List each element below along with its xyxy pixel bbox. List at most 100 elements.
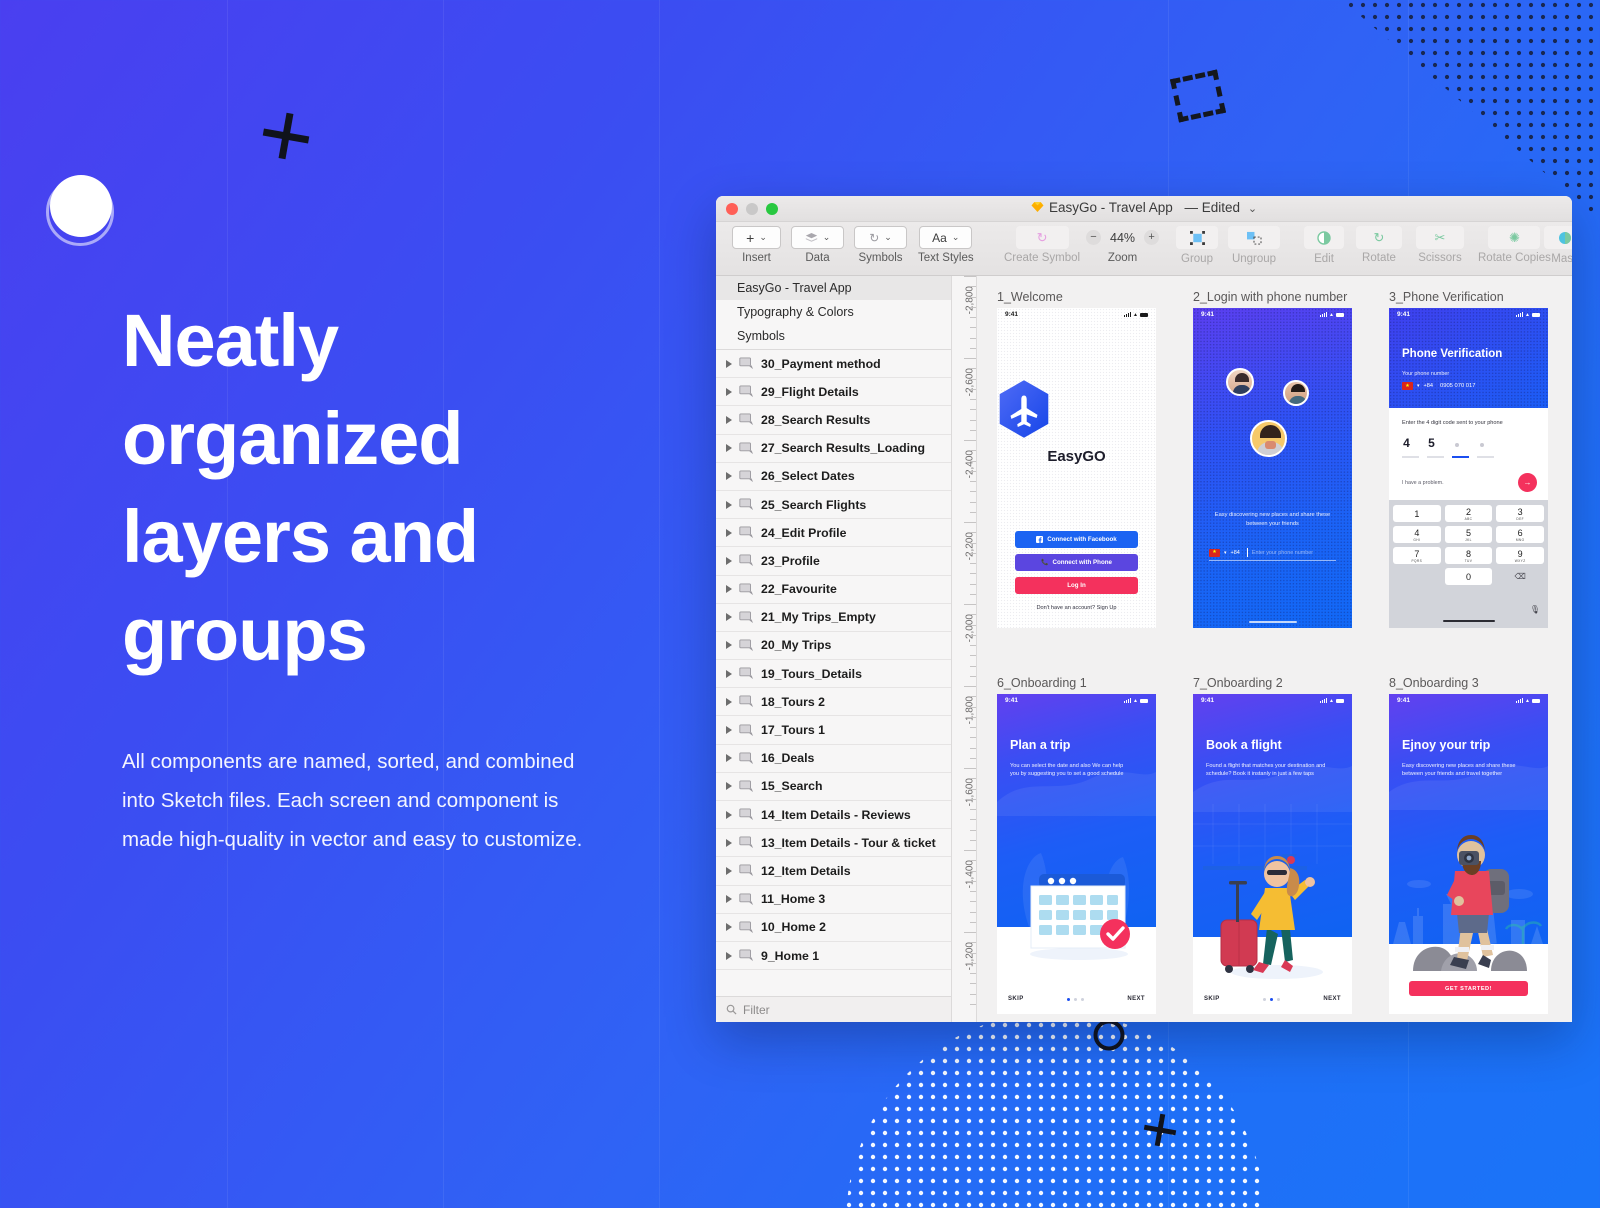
- disclosure-triangle-icon[interactable]: [726, 556, 732, 565]
- page-item-easygo[interactable]: EasyGo - Travel App: [716, 276, 951, 300]
- disclosure-triangle-icon[interactable]: [726, 585, 732, 594]
- zoom-in-button[interactable]: +: [1144, 230, 1160, 245]
- artboard-login[interactable]: 2_Login with phone number 9:41 ▲ Easy di…: [1193, 290, 1352, 628]
- code-digit-1[interactable]: 4: [1402, 436, 1411, 450]
- layers-list[interactable]: 30_Payment method 29_Flight Details 28_Sea…: [716, 349, 951, 996]
- disclosure-triangle-icon[interactable]: [726, 472, 732, 481]
- disclosure-triangle-icon[interactable]: [726, 613, 732, 622]
- disclosure-triangle-icon[interactable]: [726, 444, 732, 453]
- edit-button[interactable]: [1304, 226, 1344, 249]
- keypad-key[interactable]: 9 WXYZ: [1496, 547, 1544, 564]
- layer-filter-bar[interactable]: Filter: [716, 996, 951, 1022]
- next-button[interactable]: NEXT: [1127, 996, 1145, 1002]
- country-flag-icon[interactable]: ★: [1209, 548, 1220, 557]
- layer-row[interactable]: 21_My Trips_Empty: [716, 604, 951, 632]
- layer-row[interactable]: 10_Home 2: [716, 914, 951, 942]
- disclosure-triangle-icon[interactable]: [726, 669, 732, 678]
- backspace-icon[interactable]: ⌫: [1496, 568, 1544, 585]
- rotate-button[interactable]: ↻: [1356, 226, 1402, 249]
- artboard-name-verification[interactable]: 3_Phone Verification: [1389, 290, 1548, 304]
- disclosure-triangle-icon[interactable]: [726, 754, 732, 763]
- get-started-button[interactable]: GET STARTED!: [1409, 981, 1528, 996]
- layer-row[interactable]: 23_Profile: [716, 547, 951, 576]
- code-digit-3[interactable]: [1452, 434, 1461, 452]
- layer-row[interactable]: 14_Item Details - Reviews: [716, 801, 951, 830]
- artboard-name-welcome[interactable]: 1_Welcome: [997, 290, 1156, 304]
- rotate-copies-button[interactable]: ✺: [1488, 226, 1541, 249]
- connect-phone-button[interactable]: 📞 Connect with Phone: [1015, 554, 1138, 571]
- layer-row[interactable]: 16_Deals: [716, 745, 951, 773]
- artboard-name-onboarding-2[interactable]: 7_Onboarding 2: [1193, 676, 1352, 690]
- layer-row[interactable]: 18_Tours 2: [716, 688, 951, 717]
- ungroup-button[interactable]: [1228, 226, 1280, 249]
- artboard-name-login[interactable]: 2_Login with phone number: [1193, 290, 1352, 304]
- layer-row[interactable]: 13_Item Details - Tour & ticket: [716, 829, 951, 858]
- chevron-down-icon[interactable]: ▾: [1417, 383, 1420, 389]
- layer-row[interactable]: 15_Search: [716, 773, 951, 801]
- layer-row[interactable]: 25_Search Flights: [716, 491, 951, 520]
- zoom-out-button[interactable]: −: [1086, 230, 1101, 245]
- keypad-key[interactable]: 7 PQRS: [1393, 547, 1441, 564]
- chevron-down-icon[interactable]: ▾: [1224, 550, 1227, 556]
- keypad-key[interactable]: 2 ABC: [1444, 505, 1493, 522]
- code-digit-4[interactable]: [1477, 434, 1486, 452]
- data-button[interactable]: ⌄: [791, 226, 844, 249]
- canvas-area[interactable]: 1_Welcome 9:41 ▲ EasyGO Connect with Fac…: [977, 276, 1572, 1022]
- mask-button[interactable]: [1544, 226, 1572, 249]
- layer-row[interactable]: 19_Tours_Details: [716, 660, 951, 689]
- disclosure-triangle-icon[interactable]: [726, 387, 732, 396]
- login-button[interactable]: Log In: [1015, 577, 1138, 594]
- layer-row[interactable]: 27_Search Results_Loading: [716, 435, 951, 463]
- layer-row[interactable]: 12_Item Details: [716, 857, 951, 886]
- disclosure-triangle-icon[interactable]: [726, 641, 732, 650]
- keypad-key[interactable]: 1: [1393, 505, 1441, 522]
- disclosure-triangle-icon[interactable]: [726, 528, 732, 537]
- disclosure-triangle-icon[interactable]: [726, 415, 732, 424]
- symbols-button[interactable]: ↻ ⌄: [854, 226, 907, 249]
- numeric-keypad[interactable]: 1 2 ABC 3 DEF 4 GHI 5 JKL 6 MNO 7 PQRS 8 TUV 9 WXYZ 0 ⌫ 🎙: [1389, 500, 1548, 628]
- disclosure-triangle-icon[interactable]: [726, 923, 732, 932]
- group-button[interactable]: [1176, 226, 1218, 249]
- layer-row[interactable]: 30_Payment method: [716, 350, 951, 379]
- code-inputs[interactable]: 4 5: [1402, 434, 1535, 452]
- keypad-key[interactable]: 8 TUV: [1444, 547, 1493, 564]
- keypad-key[interactable]: 6 MNO: [1496, 526, 1544, 543]
- page-item-symbols[interactable]: Symbols: [716, 324, 951, 348]
- layer-row[interactable]: 9_Home 1: [716, 942, 951, 971]
- layer-row[interactable]: 29_Flight Details: [716, 378, 951, 407]
- layer-row[interactable]: 24_Edit Profile: [716, 519, 951, 548]
- disclosure-triangle-icon[interactable]: [726, 782, 732, 791]
- keypad-grid[interactable]: 1 2 ABC 3 DEF 4 GHI 5 JKL 6 MNO 7 PQRS 8 TUV 9 WXYZ 0 ⌫: [1393, 505, 1544, 585]
- artboard-name-onboarding-1[interactable]: 6_Onboarding 1: [997, 676, 1156, 690]
- keypad-key[interactable]: 4 GHI: [1393, 526, 1441, 543]
- phone-number-input[interactable]: Enter your phone number: [1252, 550, 1313, 556]
- insert-button[interactable]: + ⌄: [732, 226, 781, 249]
- disclosure-triangle-icon[interactable]: [726, 359, 732, 368]
- layer-row[interactable]: 11_Home 3: [716, 886, 951, 914]
- keypad-key[interactable]: 0: [1444, 568, 1493, 585]
- skip-button[interactable]: SKIP: [1204, 996, 1220, 1002]
- skip-button[interactable]: SKIP: [1008, 996, 1024, 1002]
- next-button[interactable]: NEXT: [1323, 996, 1341, 1002]
- layer-row[interactable]: 26_Select Dates: [716, 463, 951, 491]
- layer-row[interactable]: 20_My Trips: [716, 632, 951, 661]
- disclosure-triangle-icon[interactable]: [726, 866, 732, 875]
- disclosure-triangle-icon[interactable]: [726, 500, 732, 509]
- layer-row[interactable]: 17_Tours 1: [716, 716, 951, 745]
- scissors-button[interactable]: ✂: [1416, 226, 1464, 249]
- country-flag-icon[interactable]: ★: [1402, 382, 1413, 390]
- create-symbol-button[interactable]: ↻: [1015, 226, 1069, 249]
- layer-row[interactable]: 22_Favourite: [716, 576, 951, 604]
- keypad-key[interactable]: 5 JKL: [1444, 526, 1493, 543]
- artboard-name-onboarding-3[interactable]: 8_Onboarding 3: [1389, 676, 1548, 690]
- artboard-onboarding-1[interactable]: 6_Onboarding 1 9:41 ▲ Plan a trip You ca…: [997, 676, 1156, 1014]
- text-styles-button[interactable]: Aa ⌄: [919, 226, 973, 249]
- disclosure-triangle-icon[interactable]: [726, 895, 732, 904]
- artboard-verification[interactable]: 3_Phone Verification 9:41 ▲ Phone Verifi…: [1389, 290, 1548, 628]
- disclosure-triangle-icon[interactable]: [726, 697, 732, 706]
- signup-footer[interactable]: Don't have an account? Sign Up: [997, 605, 1156, 611]
- artboard-onboarding-3[interactable]: 8_Onboarding 3 9:41 ▲ Ejnoy your trip Ea…: [1389, 676, 1548, 1014]
- chevron-down-icon[interactable]: ⌄: [1248, 203, 1257, 215]
- page-item-typography[interactable]: Typography & Colors: [716, 300, 951, 324]
- microphone-icon[interactable]: 🎙: [1530, 605, 1540, 614]
